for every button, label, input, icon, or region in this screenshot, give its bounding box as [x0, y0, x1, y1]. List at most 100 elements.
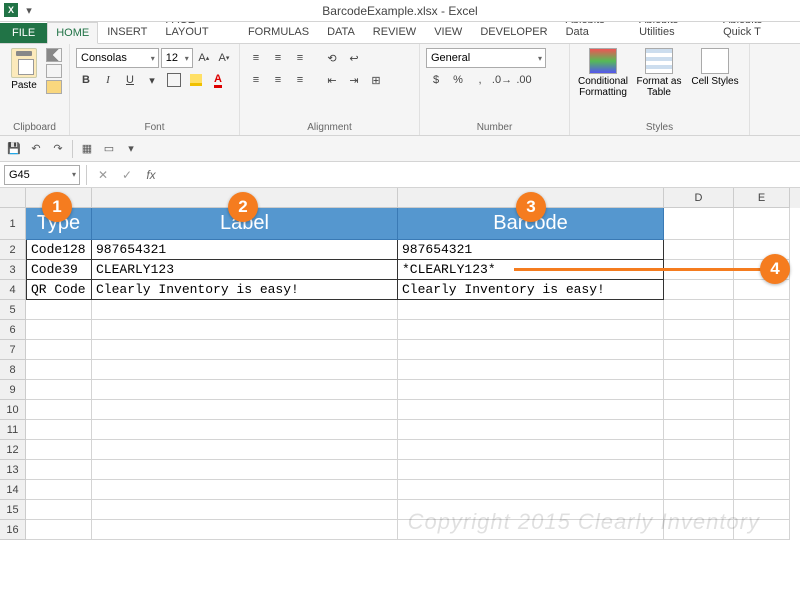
- file-tab[interactable]: FILE: [0, 23, 47, 43]
- cell-D11[interactable]: [664, 420, 734, 440]
- tab-developer[interactable]: DEVELOPER: [471, 21, 556, 43]
- cell-D5[interactable]: [664, 300, 734, 320]
- cell-C10[interactable]: [398, 400, 664, 420]
- bold-button[interactable]: B: [76, 70, 96, 90]
- grow-font-button[interactable]: A▴: [195, 48, 213, 68]
- border-button[interactable]: [167, 73, 181, 87]
- tab-data[interactable]: DATA: [318, 21, 364, 43]
- cell-E4[interactable]: [734, 280, 790, 300]
- cell-C12[interactable]: [398, 440, 664, 460]
- row-header-11[interactable]: 11: [0, 420, 26, 440]
- cell-B10[interactable]: [92, 400, 398, 420]
- increase-decimal-button[interactable]: .0→: [492, 70, 512, 90]
- name-box[interactable]: G45: [4, 165, 80, 185]
- cell-B8[interactable]: [92, 360, 398, 380]
- cell-A4[interactable]: QR Code: [26, 280, 92, 300]
- cell-E11[interactable]: [734, 420, 790, 440]
- cell-B4[interactable]: Clearly Inventory is easy!: [92, 280, 398, 300]
- row-header-9[interactable]: 9: [0, 380, 26, 400]
- format-painter-icon[interactable]: [46, 80, 62, 94]
- align-top-button[interactable]: ≡: [246, 48, 266, 68]
- cell-E6[interactable]: [734, 320, 790, 340]
- cell-B15[interactable]: [92, 500, 398, 520]
- cell-D4[interactable]: [664, 280, 734, 300]
- font-color-button[interactable]: A: [208, 70, 228, 90]
- cell-C14[interactable]: [398, 480, 664, 500]
- row-header-8[interactable]: 8: [0, 360, 26, 380]
- format-as-table-button[interactable]: Format as Table: [632, 48, 686, 122]
- cell-D13[interactable]: [664, 460, 734, 480]
- row-header-14[interactable]: 14: [0, 480, 26, 500]
- tab-review[interactable]: REVIEW: [364, 21, 425, 43]
- row-header-12[interactable]: 12: [0, 440, 26, 460]
- align-center-button[interactable]: ≡: [268, 70, 288, 90]
- conditional-formatting-button[interactable]: Conditional Formatting: [576, 48, 630, 122]
- cell-A16[interactable]: [26, 520, 92, 540]
- align-bottom-button[interactable]: ≡: [290, 48, 310, 68]
- cell-D12[interactable]: [664, 440, 734, 460]
- cell-B3[interactable]: CLEARLY123: [92, 260, 398, 280]
- cell-A13[interactable]: [26, 460, 92, 480]
- cell-B13[interactable]: [92, 460, 398, 480]
- underline-button[interactable]: U: [120, 70, 140, 90]
- cell-B9[interactable]: [92, 380, 398, 400]
- cell-D10[interactable]: [664, 400, 734, 420]
- font-size-combo[interactable]: 12: [161, 48, 193, 68]
- row-header-4[interactable]: 4: [0, 280, 26, 300]
- cell-C7[interactable]: [398, 340, 664, 360]
- align-right-button[interactable]: ≡: [290, 70, 310, 90]
- cell-A5[interactable]: [26, 300, 92, 320]
- cell-D2[interactable]: [664, 240, 734, 260]
- comma-format-button[interactable]: ,: [470, 70, 490, 90]
- align-left-button[interactable]: ≡: [246, 70, 266, 90]
- cell-A11[interactable]: [26, 420, 92, 440]
- cell-B6[interactable]: [92, 320, 398, 340]
- cell-E5[interactable]: [734, 300, 790, 320]
- tab-formulas[interactable]: FORMULAS: [239, 21, 318, 43]
- row-header-10[interactable]: 10: [0, 400, 26, 420]
- qat-dropdown-icon[interactable]: ▾: [123, 141, 139, 157]
- row-header-7[interactable]: 7: [0, 340, 26, 360]
- cell-E9[interactable]: [734, 380, 790, 400]
- row-header-1[interactable]: 1: [0, 208, 26, 240]
- cell-E7[interactable]: [734, 340, 790, 360]
- cell-A15[interactable]: [26, 500, 92, 520]
- font-name-combo[interactable]: Consolas: [76, 48, 159, 68]
- cell-E13[interactable]: [734, 460, 790, 480]
- decrease-indent-button[interactable]: ⇤: [322, 70, 342, 90]
- row-header-2[interactable]: 2: [0, 240, 26, 260]
- row-header-5[interactable]: 5: [0, 300, 26, 320]
- redo-icon[interactable]: ↷: [50, 141, 66, 157]
- cell-E14[interactable]: [734, 480, 790, 500]
- fx-icon[interactable]: fx: [141, 165, 161, 185]
- cut-icon[interactable]: [46, 48, 62, 62]
- cancel-formula-icon[interactable]: ✕: [93, 165, 113, 185]
- col-header-D[interactable]: D: [664, 188, 734, 208]
- select-all-corner[interactable]: [0, 188, 26, 208]
- decrease-decimal-button[interactable]: .00: [514, 70, 534, 90]
- cell-A10[interactable]: [26, 400, 92, 420]
- quick-print-icon[interactable]: ▦: [79, 141, 95, 157]
- cell-A6[interactable]: [26, 320, 92, 340]
- cell-B5[interactable]: [92, 300, 398, 320]
- cell-E10[interactable]: [734, 400, 790, 420]
- dropdown-icon[interactable]: ▾: [21, 3, 37, 19]
- cell-D7[interactable]: [664, 340, 734, 360]
- cell-A3[interactable]: Code39: [26, 260, 92, 280]
- cell-C8[interactable]: [398, 360, 664, 380]
- row-header-3[interactable]: 3: [0, 260, 26, 280]
- shrink-font-button[interactable]: A▾: [215, 48, 233, 68]
- tab-view[interactable]: VIEW: [425, 21, 471, 43]
- cell-A9[interactable]: [26, 380, 92, 400]
- cell-D8[interactable]: [664, 360, 734, 380]
- cell-D9[interactable]: [664, 380, 734, 400]
- cell-C5[interactable]: [398, 300, 664, 320]
- cell-A2[interactable]: Code128: [26, 240, 92, 260]
- cell-B14[interactable]: [92, 480, 398, 500]
- enter-formula-icon[interactable]: ✓: [117, 165, 137, 185]
- cell-A8[interactable]: [26, 360, 92, 380]
- cell-C6[interactable]: [398, 320, 664, 340]
- cell-D14[interactable]: [664, 480, 734, 500]
- cell-B11[interactable]: [92, 420, 398, 440]
- tab-home[interactable]: HOME: [47, 22, 98, 44]
